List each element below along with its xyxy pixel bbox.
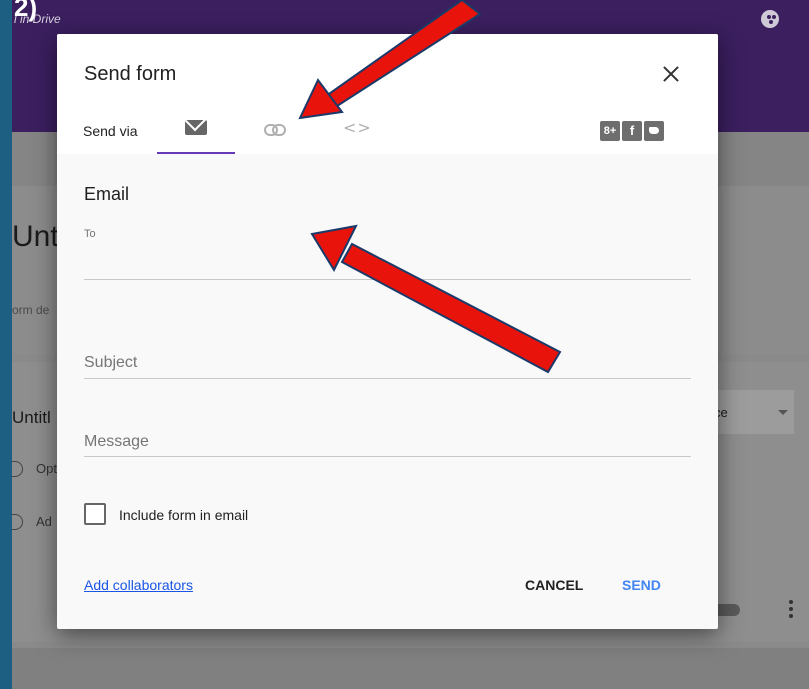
- question-title[interactable]: Untitl: [12, 408, 51, 428]
- question-type-dropdown[interactable]: ce: [712, 390, 794, 434]
- option-label[interactable]: Opt: [36, 461, 57, 476]
- send-via-label: Send via: [83, 123, 138, 139]
- include-form-checkbox[interactable]: [84, 503, 106, 525]
- form-description[interactable]: orm de: [12, 303, 49, 317]
- subject-underline: [84, 378, 691, 379]
- close-icon[interactable]: [661, 64, 681, 84]
- chevron-down-icon: [778, 410, 788, 415]
- send-form-dialog: Send form Send via <> 8+ f Email To Subj…: [57, 34, 718, 629]
- email-section-title: Email: [84, 184, 130, 204]
- cancel-button[interactable]: CANCEL: [525, 577, 583, 593]
- form-title[interactable]: Unt: [12, 220, 59, 254]
- add-collaborators-link[interactable]: Add collaborators: [84, 577, 193, 593]
- message-field[interactable]: Message: [84, 433, 149, 451]
- include-form-label[interactable]: Include form in email: [119, 507, 248, 523]
- to-field[interactable]: [84, 279, 691, 280]
- google-plus-icon[interactable]: 8+: [600, 121, 620, 141]
- embed-icon[interactable]: <>: [343, 118, 372, 137]
- link-icon[interactable]: [264, 123, 286, 136]
- send-button[interactable]: SEND: [622, 577, 661, 593]
- tab-email[interactable]: [157, 114, 235, 154]
- palette-icon[interactable]: [761, 10, 779, 28]
- add-option-label[interactable]: Ad: [36, 514, 52, 529]
- subject-field[interactable]: Subject: [84, 354, 137, 372]
- more-vert-icon[interactable]: [789, 600, 793, 620]
- message-underline: [84, 456, 691, 457]
- twitter-icon[interactable]: [644, 121, 664, 141]
- dialog-title: Send form: [84, 63, 177, 85]
- facebook-icon[interactable]: f: [622, 121, 642, 141]
- corner-annotation-text: 2): [14, 0, 38, 22]
- to-field-label: To: [84, 228, 96, 240]
- mail-icon: [185, 120, 207, 135]
- active-tab-indicator: [157, 152, 235, 154]
- page-footer: [12, 648, 809, 689]
